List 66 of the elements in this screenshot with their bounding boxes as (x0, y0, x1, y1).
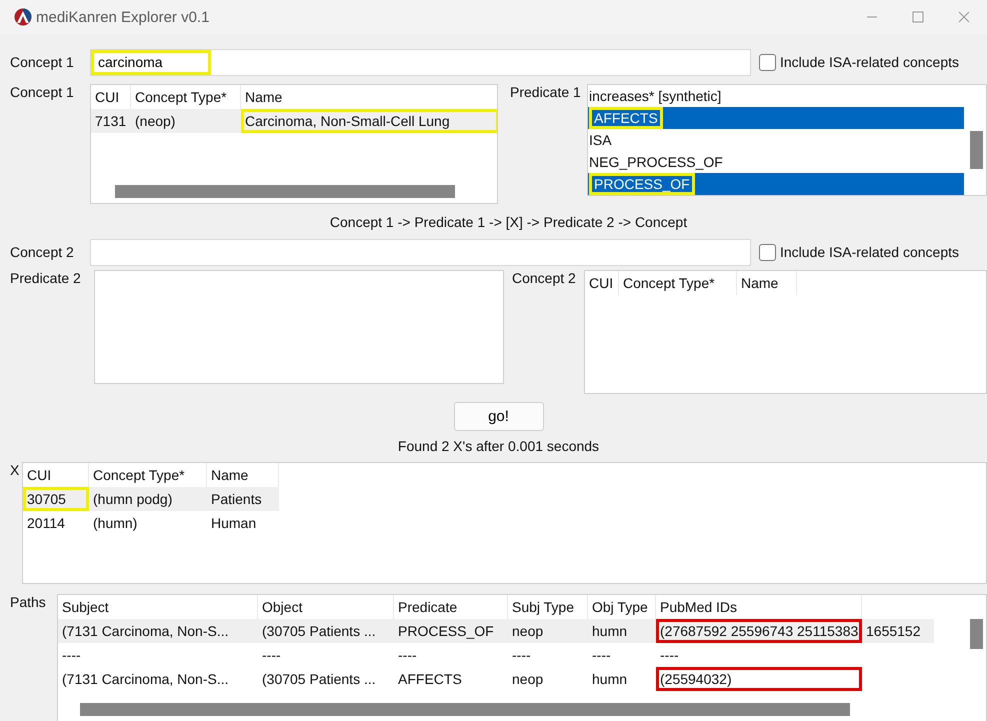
highlighted-text: AFFECTS (589, 107, 663, 129)
table-cell-text: neop (511, 622, 544, 641)
table-cell-text: humn (591, 622, 628, 641)
table-cell-text: ---- (591, 646, 612, 665)
list-item[interactable]: ISA (588, 129, 964, 151)
close-icon (958, 11, 970, 23)
field-label: Paths (10, 594, 47, 610)
field-label: Predicate 1 (510, 84, 582, 100)
concept-search-field[interactable]: carcinoma (90, 48, 751, 76)
field-label: X (10, 462, 20, 478)
maximize-icon (912, 11, 924, 23)
table-cell-text: PROCESS_OF (397, 622, 495, 641)
table-cell-text: (7131 Carcinoma, Non-S... (61, 670, 230, 689)
vertical-scrollbar[interactable] (970, 131, 983, 169)
go-button[interactable]: go! (454, 402, 544, 431)
table-cell-text: (neop) (134, 112, 176, 131)
list-item[interactable]: PROCESS_OF (588, 173, 964, 195)
table-cell-text: Patients (210, 490, 263, 509)
table-cell-text: ---- (397, 646, 418, 665)
predicate-list[interactable] (94, 270, 504, 384)
table-row[interactable]: ---- ---- ---- ---- ---- ---- (58, 643, 862, 667)
table-cell-text: 20114 (26, 514, 66, 533)
isa-checkbox[interactable]: Include ISA-related concepts (759, 244, 987, 260)
table-cell-text: ---- (61, 646, 82, 665)
table-row[interactable]: (7131 Carcinoma, Non-S... (30705 Patients ... PROCESS_OF neop humn (27687592 25596743 25115383 1655152 (58, 619, 934, 643)
horizontal-scrollbar[interactable] (115, 185, 455, 198)
table-row[interactable]: 30705 (humn podg) Patients (23, 487, 279, 511)
field-label: Predicate 2 (10, 270, 82, 286)
highlighted-input[interactable]: carcinoma (91, 50, 211, 74)
table-cell-text: (humn podg) (92, 490, 174, 509)
highlighted-text: PROCESS_OF (589, 173, 695, 195)
table-cell-text: (7131 Carcinoma, Non-S... (61, 622, 230, 641)
isa-checkbox[interactable]: Include ISA-related concepts (759, 54, 987, 70)
list-item[interactable]: AFFECTS (588, 107, 964, 129)
table-cell-text: humn (591, 670, 628, 689)
window-title: mediKanren Explorer v0.1 (36, 8, 210, 26)
list-item[interactable]: NEG_PROCESS_OF (588, 151, 964, 173)
highlighted-cell: (27687592 25596743 25115383 (656, 619, 862, 643)
route-caption: Concept 1 -> Predicate 1 -> [X] -> Predicate 2 -> Concept (328, 214, 688, 230)
horizontal-scrollbar[interactable] (80, 703, 850, 716)
logo-icon (14, 8, 32, 26)
table-cell-text: 1655152 (865, 622, 922, 641)
highlighted-cell: (25594032) (656, 667, 862, 691)
table-cell-text: AFFECTS (397, 670, 463, 689)
field-label: Concept 2 (512, 270, 577, 286)
list-item[interactable]: increases* [synthetic] (588, 85, 964, 107)
table-cell-text: ---- (511, 646, 532, 665)
table-cell-text: (humn) (92, 514, 138, 533)
predicate-list[interactable]: increases* [synthetic] AFFECTS ISA NEG_PROCESS_OF PROCESS_OF (587, 84, 987, 196)
field-label: Concept 1 (10, 84, 75, 100)
table-cell-text: ---- (659, 646, 680, 665)
table-row[interactable]: 20114 (humn) Human (23, 511, 279, 535)
status-text: Found 2 X's after 0.001 seconds (398, 438, 600, 454)
table-cell-text: neop (511, 670, 544, 689)
table-row[interactable]: 7131 (neop) Carcinoma, Non-Small-Cell Lung (91, 109, 497, 133)
field-label: Concept 1 (10, 54, 75, 70)
field-label: Concept 2 (10, 244, 75, 260)
highlighted-cell: 30705 (23, 487, 89, 511)
table-row[interactable]: (7131 Carcinoma, Non-S... (30705 Patients ... AFFECTS neop humn (25594032) (58, 667, 862, 691)
table-cell-text: (30705 Patients ... (261, 622, 377, 641)
table-cell-text: Human (210, 514, 258, 533)
table-cell-text: ---- (261, 646, 282, 665)
table-cell-text: (30705 Patients ... (261, 670, 377, 689)
vertical-scrollbar[interactable] (970, 619, 983, 649)
highlighted-cell: Carcinoma, Non-Small-Cell Lung (241, 109, 497, 133)
table-cell-text: 7131 (94, 112, 128, 131)
